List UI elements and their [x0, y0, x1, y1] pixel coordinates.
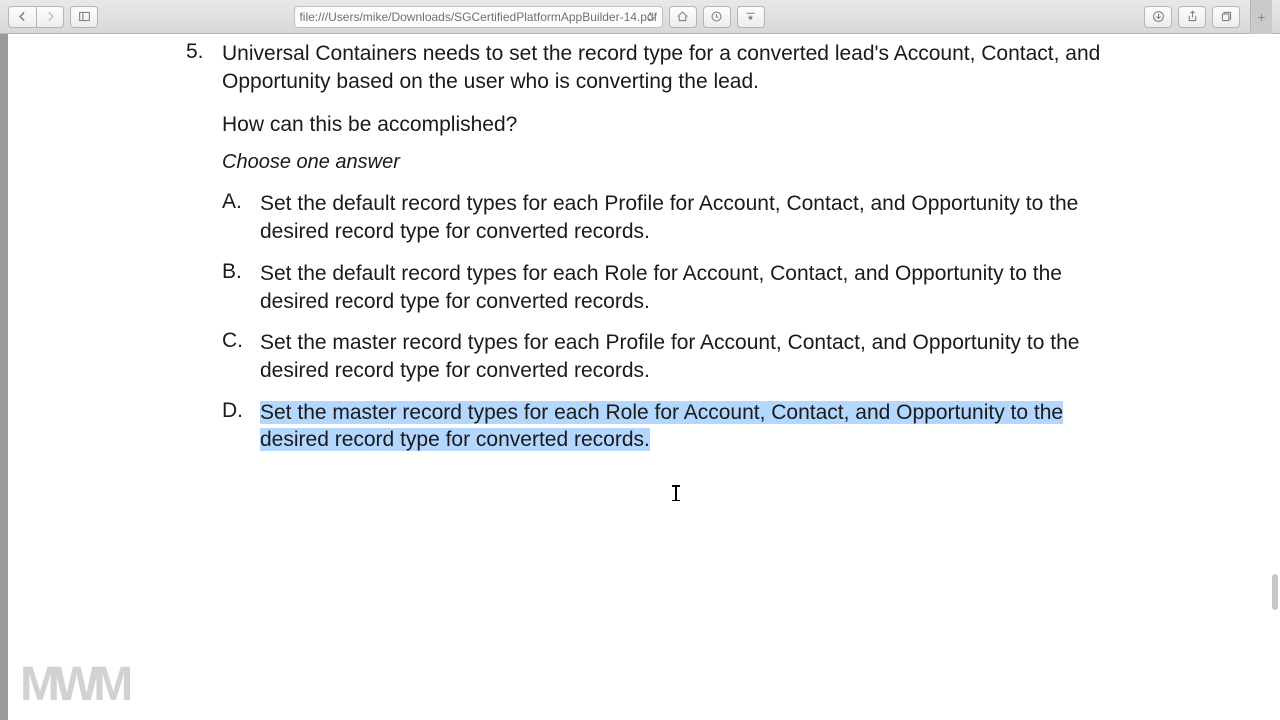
pdf-page: 5. Universal Containers needs to set the…: [8, 34, 1280, 720]
star-bar-icon: [744, 10, 757, 23]
answer-text[interactable]: Set the default record types for each Pr…: [260, 190, 1106, 245]
answer-text[interactable]: Set the default record types for each Ro…: [260, 260, 1106, 315]
top-sites-button[interactable]: [737, 6, 765, 28]
chevron-left-icon: [16, 10, 29, 23]
home-icon: [676, 10, 689, 23]
plus-icon: +: [1257, 9, 1265, 25]
history-button[interactable]: [703, 6, 731, 28]
answer-row[interactable]: C.Set the master record types for each P…: [222, 329, 1106, 384]
answer-label: A.: [222, 190, 260, 245]
home-button[interactable]: [669, 6, 697, 28]
answer-text[interactable]: Set the master record types for each Pro…: [260, 329, 1106, 384]
watermark-logo: MWM: [20, 657, 127, 712]
answer-label: D.: [222, 399, 260, 454]
download-icon: [1152, 10, 1165, 23]
share-button[interactable]: [1178, 6, 1206, 28]
vertical-scrollbar[interactable]: [1272, 574, 1278, 610]
reload-icon: [645, 11, 657, 23]
tabs-button[interactable]: [1212, 6, 1240, 28]
url-bar[interactable]: file:///Users/mike/Downloads/SGCertified…: [294, 6, 663, 28]
forward-button[interactable]: [36, 6, 64, 28]
new-tab-button[interactable]: +: [1250, 0, 1272, 34]
answer-row[interactable]: B.Set the default record types for each …: [222, 260, 1106, 315]
answer-label: C.: [222, 329, 260, 384]
answer-row[interactable]: D.Set the master record types for each R…: [222, 399, 1106, 454]
back-button[interactable]: [8, 6, 36, 28]
question-number: 5.: [186, 40, 222, 468]
question-block: 5. Universal Containers needs to set the…: [186, 40, 1106, 468]
sidebar-icon: [78, 10, 91, 23]
reload-button[interactable]: [645, 11, 657, 23]
clock-icon: [710, 10, 723, 23]
share-icon: [1186, 10, 1199, 23]
browser-toolbar: file:///Users/mike/Downloads/SGCertified…: [0, 0, 1280, 34]
url-text: file:///Users/mike/Downloads/SGCertified…: [299, 10, 656, 24]
text-cursor: [675, 485, 677, 503]
answer-label: B.: [222, 260, 260, 315]
question-text[interactable]: Universal Containers needs to set the re…: [222, 40, 1106, 95]
answer-row[interactable]: A.Set the default record types for each …: [222, 190, 1106, 245]
answers-list: A.Set the default record types for each …: [222, 190, 1106, 454]
tabs-icon: [1220, 10, 1233, 23]
question-body: Universal Containers needs to set the re…: [222, 40, 1106, 468]
downloads-button[interactable]: [1144, 6, 1172, 28]
page-area: 5. Universal Containers needs to set the…: [0, 34, 1280, 720]
nav-group: [8, 6, 64, 28]
question-row: 5. Universal Containers needs to set the…: [186, 40, 1106, 468]
sidebar-toggle-button[interactable]: [70, 6, 98, 28]
answer-text[interactable]: Set the master record types for each Rol…: [260, 399, 1106, 454]
question-subtext[interactable]: How can this be accomplished?: [222, 113, 1106, 137]
question-instruction[interactable]: Choose one answer: [222, 151, 1106, 174]
chevron-right-icon: [44, 10, 57, 23]
page-gutter: [0, 34, 8, 720]
